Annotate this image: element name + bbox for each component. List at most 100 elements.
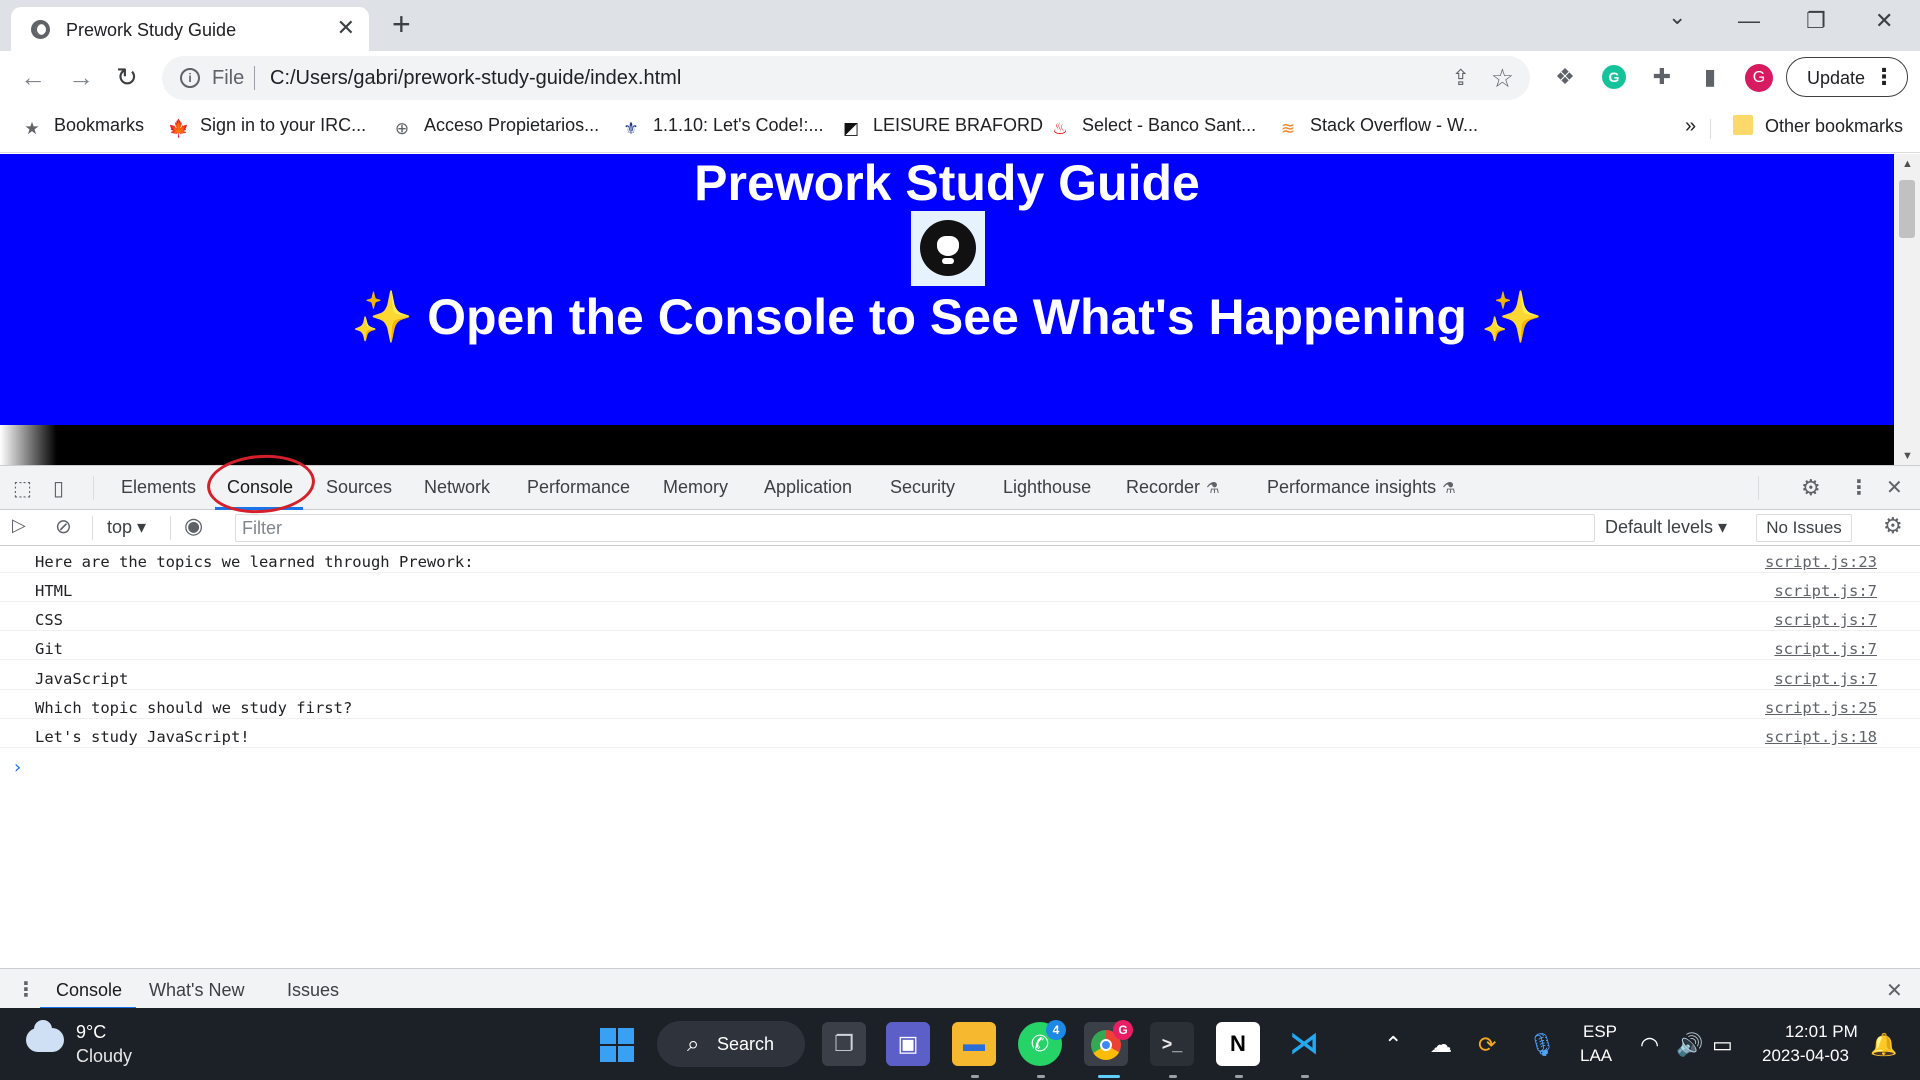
other-bookmarks[interactable]: Other bookmarks: [1733, 115, 1903, 143]
extensions-puzzle-icon[interactable]: ✚: [1650, 65, 1674, 89]
drawer-close-icon[interactable]: ✕: [1886, 978, 1903, 1003]
toolbar-divider: [92, 516, 93, 540]
task-view-icon[interactable]: ❐: [822, 1022, 866, 1066]
source-link[interactable]: script.js:7: [1774, 611, 1877, 629]
side-panel-icon[interactable]: ▮: [1698, 65, 1722, 89]
devtools-close-icon[interactable]: ✕: [1886, 475, 1903, 500]
keyboard-layout[interactable]: LAA: [1580, 1046, 1612, 1066]
inspect-element-icon[interactable]: ⬚: [13, 476, 32, 501]
console-settings-gear-icon[interactable]: ⚙: [1883, 513, 1903, 539]
dropbox-extension-icon[interactable]: ❖: [1553, 65, 1577, 89]
terminal-icon[interactable]: >_: [1150, 1022, 1194, 1066]
source-link[interactable]: script.js:7: [1774, 582, 1877, 600]
close-window-button[interactable]: ✕: [1875, 8, 1893, 34]
source-link[interactable]: script.js:7: [1774, 670, 1877, 688]
weather-condition[interactable]: Cloudy: [76, 1046, 132, 1067]
show-hidden-icons-chevron-icon[interactable]: ⌃: [1384, 1032, 1402, 1058]
tab-performance-insights[interactable]: Performance insights ⚗: [1267, 477, 1456, 498]
scrollbar-thumb[interactable]: [1899, 180, 1915, 238]
devtools-more-icon[interactable]: ⋮: [1849, 475, 1869, 500]
bookmarks-overflow-icon[interactable]: »: [1685, 115, 1696, 143]
source-link[interactable]: script.js:18: [1765, 728, 1877, 746]
microphone-icon[interactable]: 🎙: [1528, 1032, 1556, 1058]
drawer-tab-whats-new[interactable]: What's New: [149, 980, 244, 1001]
bookmark-item[interactable]: ⊕ Acceso Propietarios...: [392, 115, 599, 143]
new-tab-button[interactable]: +: [392, 6, 411, 43]
source-link[interactable]: script.js:7: [1774, 640, 1877, 658]
live-expression-eye-icon[interactable]: ◉: [184, 513, 203, 539]
tab-elements[interactable]: Elements: [121, 477, 196, 498]
tab-recorder[interactable]: Recorder ⚗: [1126, 477, 1219, 498]
update-button-label: Update: [1807, 68, 1866, 88]
sync-icon[interactable]: ⟳: [1478, 1032, 1496, 1058]
tab-network[interactable]: Network: [424, 477, 490, 498]
grammarly-extension-icon[interactable]: G: [1602, 65, 1626, 89]
browser-tab[interactable]: Prework Study Guide ✕: [11, 7, 369, 51]
windows-start-icon[interactable]: [600, 1028, 634, 1062]
forward-arrow-icon[interactable]: →: [68, 62, 94, 93]
context-selector[interactable]: top ▾: [107, 517, 146, 538]
weather-temperature[interactable]: 9°C: [76, 1022, 106, 1043]
console-filter[interactable]: [235, 514, 1595, 542]
clock-time[interactable]: 12:01 PM: [1785, 1022, 1858, 1042]
page-scrollbar[interactable]: ▲ ▼: [1894, 154, 1920, 465]
bookmark-item[interactable]: 🍁 Sign in to your IRC...: [168, 115, 366, 143]
show-sidebar-icon[interactable]: ▷: [12, 515, 26, 536]
address-bar[interactable]: i File C:/Users/gabri/prework-study-guid…: [162, 56, 1530, 100]
notifications-bell-icon[interactable]: 🔔: [1870, 1032, 1897, 1058]
back-arrow-icon[interactable]: ←: [20, 62, 46, 93]
drawer-tab-issues[interactable]: Issues: [287, 980, 339, 1001]
more-menu-icon[interactable]: ⋮: [1873, 64, 1895, 90]
tab-sources[interactable]: Sources: [326, 477, 392, 498]
drawer-tab-console[interactable]: Console: [56, 980, 122, 1001]
file-explorer-icon[interactable]: ▬: [952, 1022, 996, 1066]
wifi-icon[interactable]: ◠: [1640, 1032, 1659, 1058]
scroll-down-icon[interactable]: ▼: [1902, 450, 1913, 462]
console-prompt[interactable]: ›: [12, 757, 23, 778]
tab-memory[interactable]: Memory: [663, 477, 728, 498]
other-bookmarks-label: Other bookmarks: [1765, 116, 1904, 136]
battery-icon[interactable]: ▭: [1712, 1032, 1733, 1058]
tab-performance[interactable]: Performance: [527, 477, 630, 498]
profile-avatar[interactable]: G: [1745, 64, 1773, 92]
tab-search-icon[interactable]: ⌄: [1668, 4, 1686, 30]
bookmark-item[interactable]: ♨ Select - Banco Sant...: [1050, 115, 1256, 143]
source-link[interactable]: script.js:25: [1765, 699, 1877, 717]
tab-application[interactable]: Application: [764, 477, 852, 498]
minimize-button[interactable]: —: [1738, 8, 1760, 34]
source-link[interactable]: script.js:23: [1765, 553, 1877, 571]
clock-date[interactable]: 2023-04-03: [1762, 1046, 1849, 1066]
bookmark-item[interactable]: ≋ Stack Overflow - W...: [1278, 115, 1478, 143]
language-code[interactable]: ESP: [1583, 1022, 1617, 1042]
tab-security[interactable]: Security: [890, 477, 955, 498]
reload-icon[interactable]: ↻: [116, 62, 138, 93]
experiment-flask-icon: ⚗: [1442, 480, 1456, 497]
log-levels-dropdown[interactable]: Default levels ▾: [1605, 517, 1727, 538]
device-toolbar-icon[interactable]: ▯: [53, 476, 64, 501]
url-text[interactable]: C:/Users/gabri/prework-study-guide/index…: [270, 67, 681, 90]
onedrive-cloud-icon[interactable]: ☁: [1430, 1032, 1452, 1058]
volume-icon[interactable]: 🔊: [1676, 1032, 1703, 1058]
scroll-up-icon[interactable]: ▲: [1902, 158, 1913, 170]
taskbar-search[interactable]: ⌕ Search: [657, 1021, 805, 1067]
teams-chat-icon[interactable]: ▣: [886, 1022, 930, 1066]
page-subtitle: ✨ Open the Console to See What's Happeni…: [0, 288, 1894, 347]
vscode-icon[interactable]: ⋊: [1282, 1022, 1326, 1066]
bookmark-star-icon[interactable]: ☆: [1491, 63, 1514, 94]
settings-gear-icon[interactable]: ⚙: [1801, 475, 1821, 501]
update-button[interactable]: Update ⋮: [1786, 57, 1908, 97]
bookmark-item[interactable]: ⚜ 1.1.10: Let's Code!:...: [621, 115, 823, 143]
tab-lighthouse[interactable]: Lighthouse: [1003, 477, 1091, 498]
bookmark-item[interactable]: ◩ LEISURE BRAFORD: [841, 115, 1043, 143]
share-icon[interactable]: ⇪: [1452, 65, 1470, 91]
bookmark-item[interactable]: ★ Bookmarks: [22, 115, 144, 143]
tab-close-icon[interactable]: ✕: [337, 15, 355, 41]
site-info-icon[interactable]: i: [180, 68, 200, 88]
clear-console-icon[interactable]: ⊘: [55, 514, 72, 539]
leisure-logo-icon: ◩: [842, 119, 860, 138]
issues-button[interactable]: No Issues: [1756, 514, 1852, 542]
restore-button[interactable]: ❐: [1806, 8, 1826, 34]
notion-icon[interactable]: N: [1216, 1022, 1260, 1066]
drawer-menu-icon[interactable]: ⋮: [16, 977, 36, 1002]
filter-input[interactable]: [242, 518, 1582, 539]
